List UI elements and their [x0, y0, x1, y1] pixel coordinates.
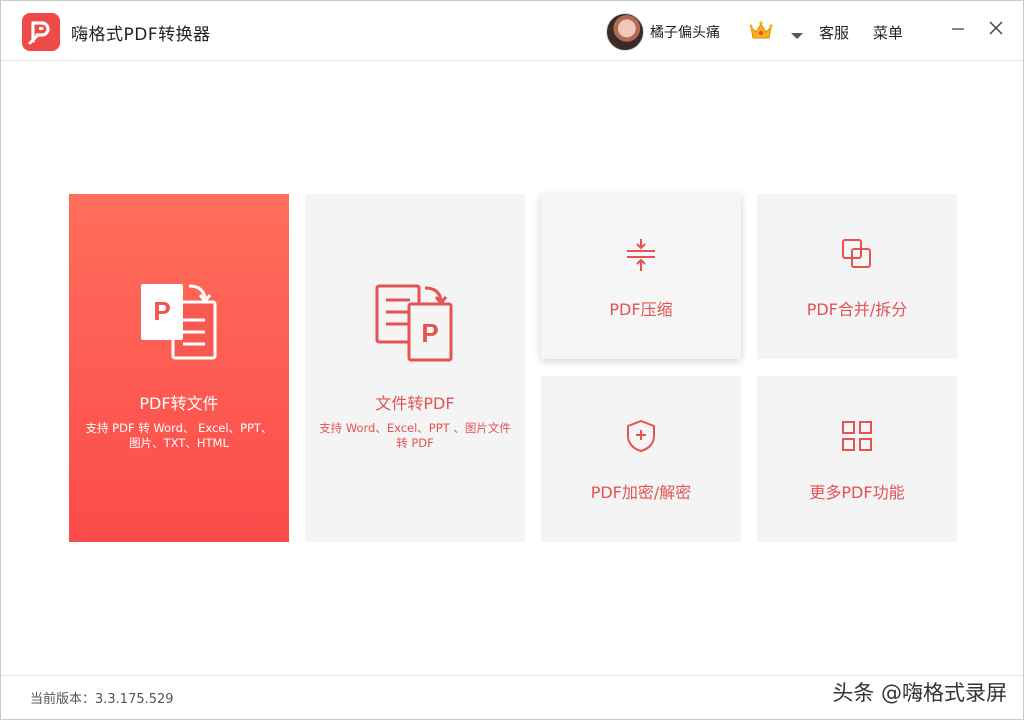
chevron-down-icon[interactable] [790, 26, 804, 39]
app-logo-icon [22, 13, 60, 51]
file-to-pdf-icon: P [375, 282, 455, 366]
app-window: 嗨格式PDF转换器 橘子偏头痛 客服 菜单 P PDF转文件 支持 PDF 转 … [0, 0, 1024, 720]
card-description: 支持 PDF 转 Word、 Excel、PPT、图片、TXT、HTML [85, 421, 273, 450]
app-title: 嗨格式PDF转换器 [71, 25, 211, 45]
shield-plus-icon [626, 419, 656, 457]
compress-icon [625, 238, 657, 276]
card-label: PDF压缩 [609, 300, 673, 319]
user-name[interactable]: 橘子偏头痛 [650, 22, 720, 42]
card-label: PDF加密/解密 [590, 483, 692, 502]
pdf-encrypt-card[interactable]: PDF加密/解密 [541, 376, 741, 542]
footer-divider [1, 675, 1023, 676]
card-label: PDF转文件 [139, 394, 219, 413]
title-bar: 嗨格式PDF转换器 橘子偏头痛 客服 菜单 [1, 1, 1023, 61]
file-to-pdf-card[interactable]: P 文件转PDF 支持 Word、Excel、PPT 、图片文件转 PDF [305, 194, 525, 542]
pdf-to-file-icon: P [139, 280, 219, 364]
watermark-text: 头条 @嗨格式录屏 [832, 681, 1007, 705]
user-avatar[interactable] [606, 13, 644, 51]
more-pdf-features-card[interactable]: 更多PDF功能 [757, 376, 957, 542]
pdf-to-file-card[interactable]: P PDF转文件 支持 PDF 转 Word、 Excel、PPT、图片、TXT… [69, 194, 289, 542]
card-description: 支持 Word、Excel、PPT 、图片文件转 PDF [319, 421, 511, 450]
customer-service-link[interactable]: 客服 [819, 22, 849, 43]
menu-link[interactable]: 菜单 [873, 22, 903, 43]
pdf-compress-card[interactable]: PDF压缩 [541, 194, 741, 359]
merge-split-icon [841, 238, 873, 274]
card-label: 文件转PDF [375, 394, 455, 413]
close-icon[interactable] [987, 19, 1005, 37]
card-label: PDF合并/拆分 [806, 300, 908, 319]
svg-text:P: P [153, 296, 170, 326]
card-label: 更多PDF功能 [809, 483, 905, 502]
pdf-merge-split-card[interactable]: PDF合并/拆分 [757, 194, 957, 359]
crown-icon [748, 20, 774, 42]
minimize-icon[interactable] [949, 19, 967, 37]
svg-text:P: P [421, 318, 438, 348]
grid-icon [842, 421, 872, 455]
version-text: 当前版本：3.3.175.529 [30, 692, 174, 707]
